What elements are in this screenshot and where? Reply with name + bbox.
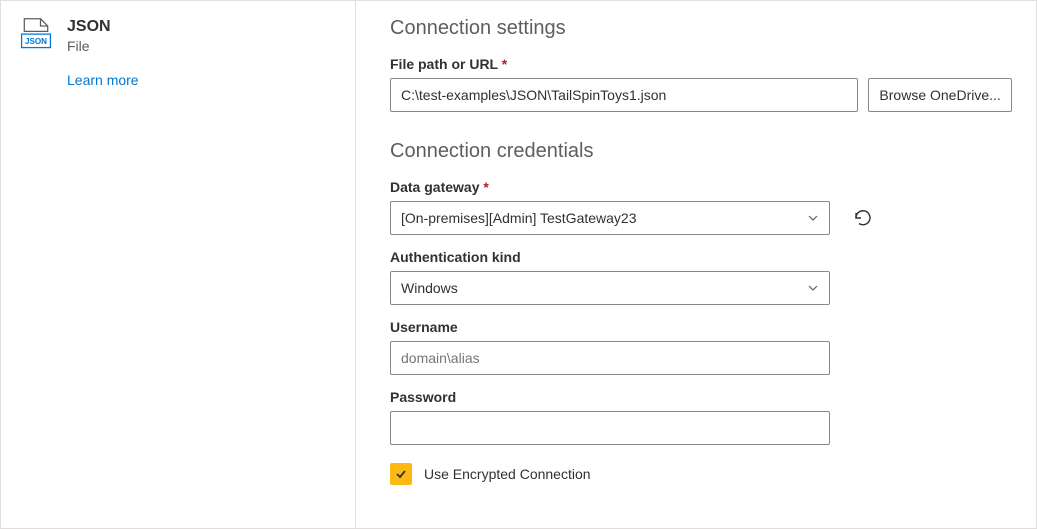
browse-onedrive-button[interactable]: Browse OneDrive... (868, 78, 1012, 112)
username-input[interactable] (390, 341, 830, 375)
chevron-down-icon (807, 212, 819, 224)
json-file-icon: JSON (19, 17, 53, 53)
use-encrypted-checkbox[interactable] (390, 463, 412, 485)
auth-kind-value: Windows (401, 280, 458, 296)
connection-settings-heading: Connection settings (390, 17, 1012, 40)
refresh-icon (853, 208, 873, 228)
data-gateway-value: [On-premises][Admin] TestGateway23 (401, 210, 637, 226)
learn-more-link[interactable]: Learn more (67, 72, 139, 88)
connection-credentials-heading: Connection credentials (390, 140, 1012, 163)
password-label: Password (390, 389, 1012, 405)
data-gateway-select[interactable]: [On-premises][Admin] TestGateway23 (390, 201, 830, 235)
file-path-input[interactable] (390, 78, 858, 112)
password-input[interactable] (390, 411, 830, 445)
connector-sidebar: JSON JSON File Learn more (1, 1, 356, 528)
auth-kind-label: Authentication kind (390, 249, 1012, 265)
auth-kind-select[interactable]: Windows (390, 271, 830, 305)
main-panel: Connection settings File path or URL * B… (356, 1, 1036, 528)
data-gateway-label: Data gateway * (390, 179, 1012, 195)
checkmark-icon (394, 467, 408, 481)
refresh-gateway-button[interactable] (846, 201, 880, 235)
chevron-down-icon (807, 282, 819, 294)
svg-text:JSON: JSON (25, 37, 47, 46)
username-label: Username (390, 319, 1012, 335)
file-path-label: File path or URL * (390, 56, 1012, 72)
connector-title: JSON (67, 17, 111, 36)
use-encrypted-label: Use Encrypted Connection (424, 466, 591, 482)
connector-subtitle: File (67, 38, 111, 54)
